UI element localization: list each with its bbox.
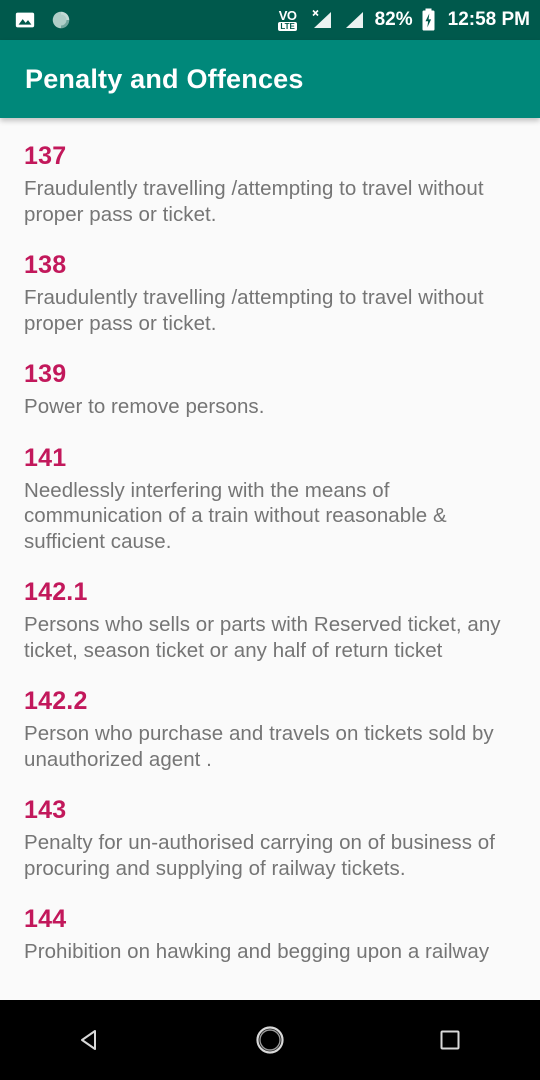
list-item[interactable]: 143 Penalty for un-authorised carrying on… <box>0 794 540 881</box>
phone-screen: VO LTE 82% 12:58 PM Penalty and Offences… <box>0 0 540 1080</box>
home-button[interactable] <box>220 1000 320 1080</box>
signal-bars-icon <box>343 9 367 31</box>
entry-description: Fraudulently travelling /attempting to t… <box>24 286 484 335</box>
entry-number: 138 <box>24 251 67 279</box>
list-item[interactable]: 144 Prohibition on hawking and begging up… <box>0 903 540 965</box>
list-item[interactable]: 142.1 Persons who sells or parts with Res… <box>0 576 540 663</box>
entry-description: Person who purchase and travels on ticke… <box>24 722 494 771</box>
entry-number: 142.1 <box>24 578 88 606</box>
list-item[interactable]: 137 Fraudulently travelling /attempting t… <box>0 140 540 227</box>
recents-square-icon <box>440 1030 460 1050</box>
list-item[interactable]: 141 Needlessly interfering with the means… <box>0 442 540 555</box>
list-item[interactable]: 139 Power to remove persons. <box>0 358 540 420</box>
entry-description: Persons who sells or parts with Reserved… <box>24 613 501 662</box>
recents-button[interactable] <box>400 1000 500 1080</box>
entry-description: Fraudulently travelling /attempting to t… <box>24 177 484 226</box>
list-item[interactable]: 142.2 Person who purchase and travels on … <box>0 685 540 772</box>
entry-number: 143 <box>24 796 67 824</box>
battery-charging-icon <box>421 8 436 32</box>
entry-number: 137 <box>24 142 67 170</box>
entry-number: 144 <box>24 905 67 933</box>
entry-description: Needlessly interfering with the means of… <box>24 478 447 553</box>
home-circle-icon <box>256 1026 284 1054</box>
entry-number: 139 <box>24 360 67 388</box>
signal-no-service-icon <box>311 9 335 31</box>
status-bar: VO LTE 82% 12:58 PM <box>0 0 540 40</box>
clock-label: 12:58 PM <box>447 9 530 30</box>
back-triangle-icon <box>81 1030 96 1050</box>
volte-icon: VO LTE <box>273 6 303 34</box>
volte-label-bottom: LTE <box>278 21 297 31</box>
entry-number: 142.2 <box>24 687 88 715</box>
android-navigation-bar <box>0 1000 540 1080</box>
volte-label-top: VO <box>278 7 297 23</box>
page-title: Penalty and Offences <box>25 63 304 94</box>
entry-description: Penalty for un-authorised carrying on of… <box>24 831 495 880</box>
back-button[interactable] <box>40 1000 140 1080</box>
battery-percent-label: 82% <box>374 9 413 30</box>
entry-description: Power to remove persons. <box>24 395 265 418</box>
list-item[interactable]: 138 Fraudulently travelling /attempting t… <box>0 249 540 336</box>
penalty-list[interactable]: 137 Fraudulently travelling /attempting t… <box>0 118 540 1000</box>
status-bar-right-icons: VO LTE 82% 12:58 PM <box>273 6 530 34</box>
status-bar-left-icons <box>14 9 72 31</box>
image-icon <box>14 9 36 31</box>
entry-number: 141 <box>24 443 67 472</box>
entry-description: Prohibition on hawking and begging upon … <box>24 940 490 963</box>
sync-progress-icon <box>50 9 72 31</box>
app-bar: Penalty and Offences <box>0 40 540 118</box>
